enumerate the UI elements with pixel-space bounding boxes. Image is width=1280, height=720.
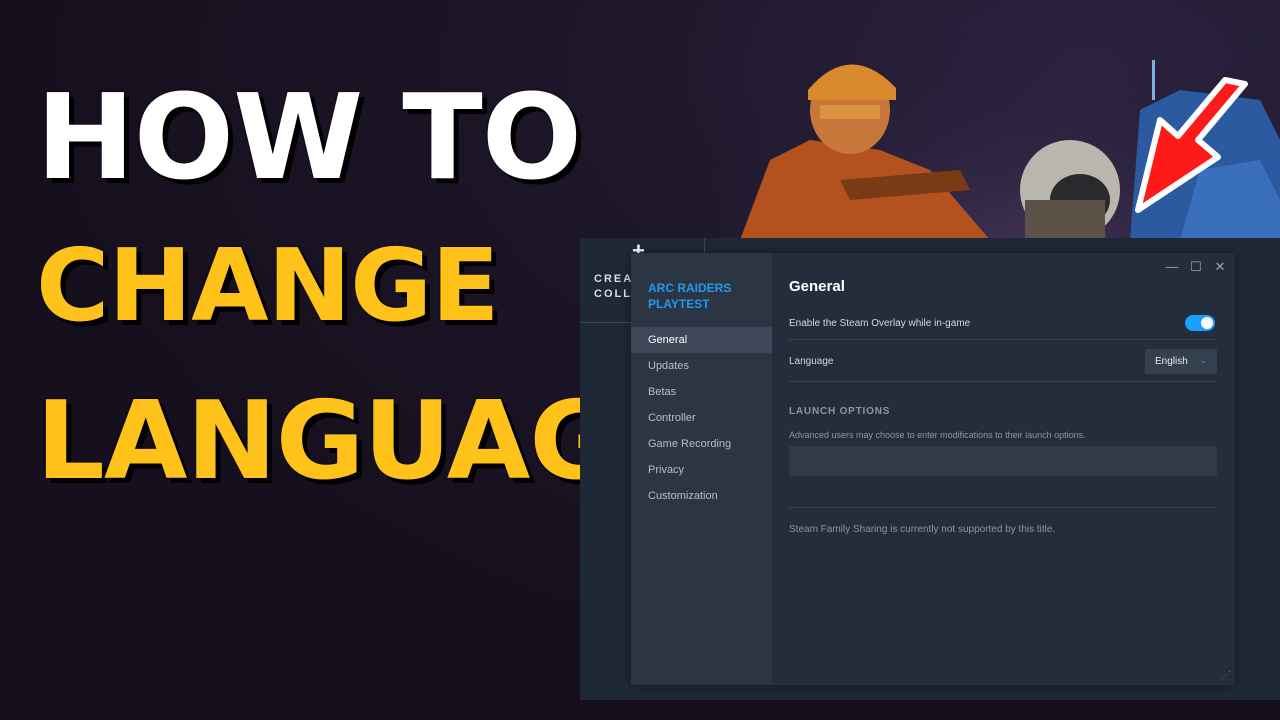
nav-item-game-recording[interactable]: Game Recording — [631, 431, 772, 457]
divider — [789, 339, 1217, 340]
game-properties-dialog: ARC RAIDERS PLAYTEST General Updates Bet… — [631, 253, 1235, 685]
nav-item-privacy[interactable]: Privacy — [631, 457, 772, 483]
language-label: Language — [789, 356, 834, 367]
headline-line-1: HOW TO — [36, 68, 582, 206]
launch-options-input[interactable] — [789, 446, 1217, 476]
nav-item-updates[interactable]: Updates — [631, 353, 772, 379]
resize-grip-icon[interactable]: ⋰ — [1221, 670, 1231, 681]
section-title: General — [789, 278, 845, 295]
family-sharing-note: Steam Family Sharing is currently not su… — [789, 524, 1056, 535]
red-arrow-icon — [1135, 77, 1248, 213]
nav-item-controller[interactable]: Controller — [631, 405, 772, 431]
divider — [789, 381, 1217, 382]
game-title: ARC RAIDERS PLAYTEST — [648, 281, 732, 311]
nav-item-betas[interactable]: Betas — [631, 379, 772, 405]
headline-line-2: CHANGE — [36, 227, 500, 344]
nav-item-customization[interactable]: Customization — [631, 483, 772, 509]
chevron-down-icon: ⌄ — [1199, 355, 1207, 365]
close-icon[interactable]: ✕ — [1212, 259, 1228, 275]
launch-options-heading: LAUNCH OPTIONS — [789, 406, 891, 417]
properties-sidebar: ARC RAIDERS PLAYTEST General Updates Bet… — [631, 253, 772, 685]
toggle-knob — [1201, 317, 1213, 329]
language-value: English — [1155, 356, 1188, 367]
properties-nav: General Updates Betas Controller Game Re… — [631, 327, 772, 509]
properties-content: — ☐ ✕ General Enable the Steam Overlay w… — [772, 253, 1235, 685]
overlay-toggle[interactable] — [1185, 315, 1215, 331]
divider — [789, 507, 1217, 508]
nav-item-general[interactable]: General — [631, 327, 772, 353]
minimize-icon[interactable]: — — [1164, 259, 1180, 275]
maximize-icon[interactable]: ☐ — [1188, 259, 1204, 275]
language-dropdown[interactable]: English ⌄ — [1145, 349, 1217, 374]
overlay-label: Enable the Steam Overlay while in-game — [789, 318, 971, 329]
launch-options-help: Advanced users may choose to enter modif… — [789, 430, 1086, 440]
